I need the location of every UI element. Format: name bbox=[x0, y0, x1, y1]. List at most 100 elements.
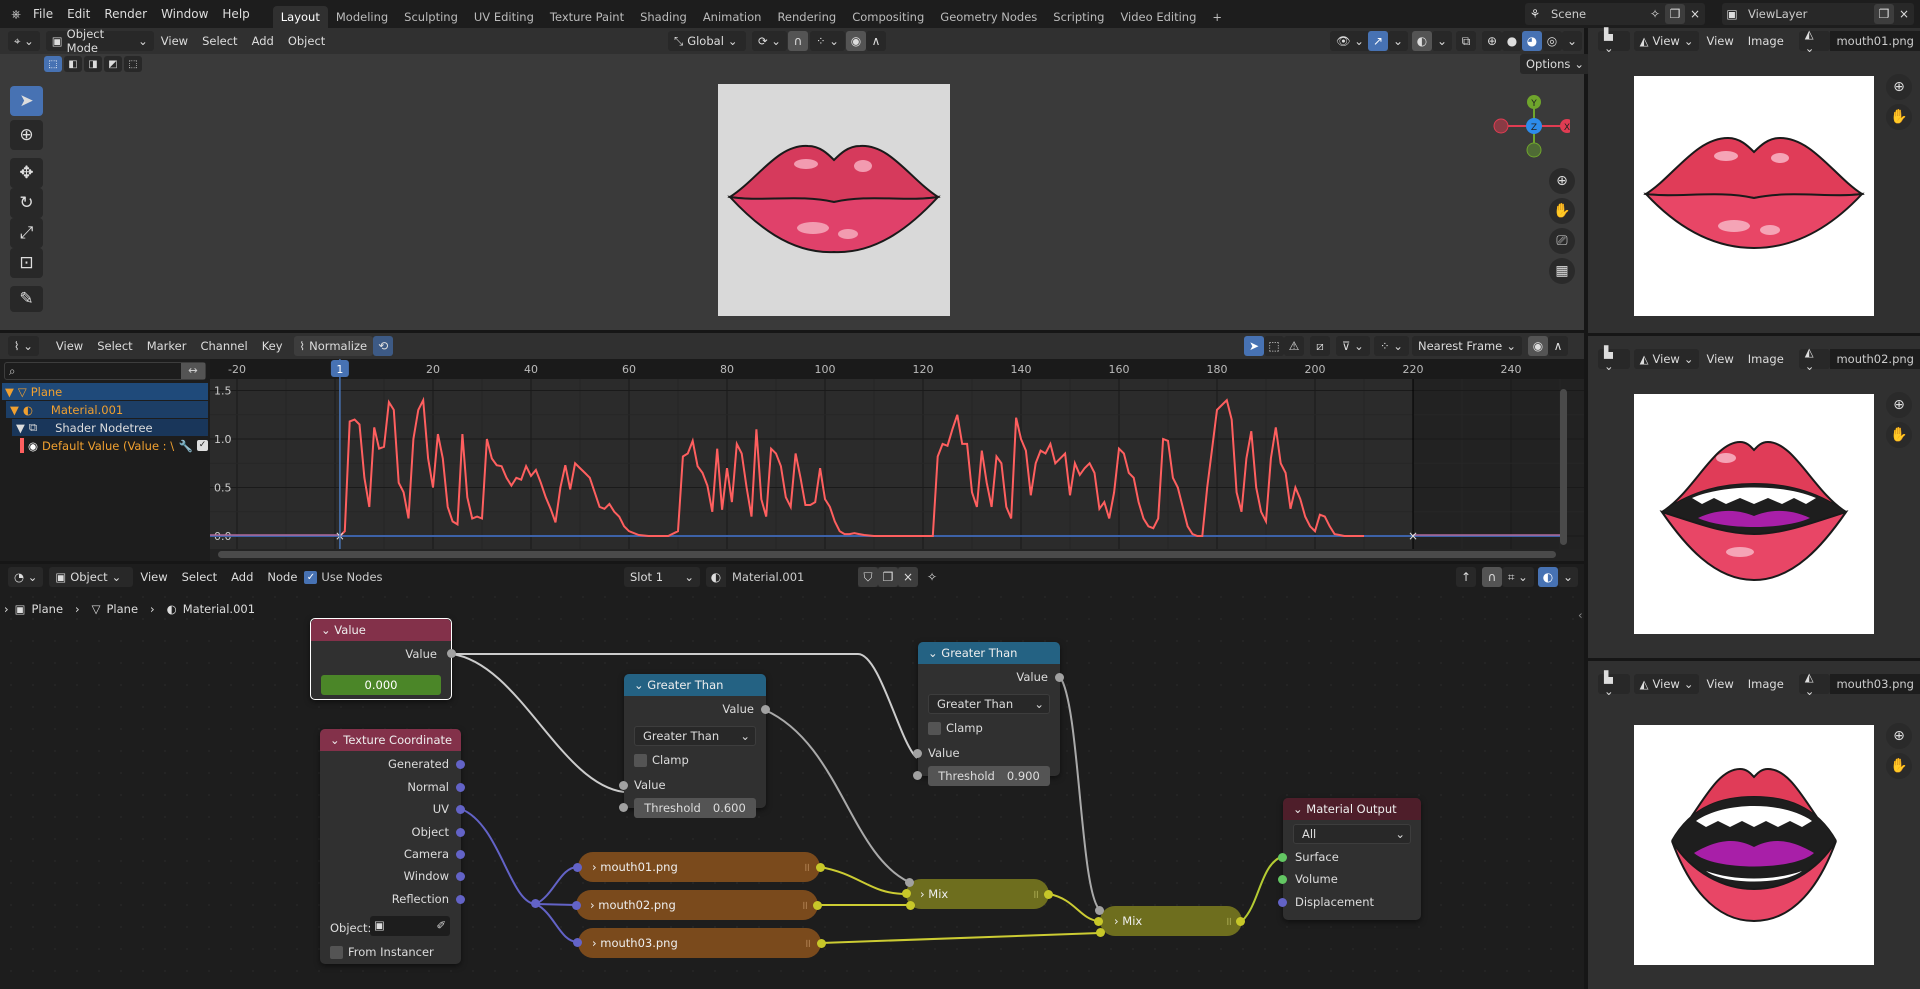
channel-plane[interactable]: ▼ ▽ Plane bbox=[2, 383, 208, 400]
options-dropdown[interactable]: Options ⌄ bbox=[1520, 54, 1591, 74]
sidebar-toggle-icon[interactable]: ‹ bbox=[1578, 608, 1583, 622]
falloff-icon[interactable]: ∧ bbox=[1548, 336, 1568, 356]
tab-compositing[interactable]: Compositing bbox=[844, 6, 932, 28]
transform-tool-icon[interactable]: ⊡ bbox=[10, 248, 43, 278]
rendered-shading-icon[interactable]: ◎ bbox=[1542, 31, 1562, 51]
channel-material[interactable]: ▼ ◐ Material.001 bbox=[6, 401, 208, 418]
disclosure-triangle-icon[interactable]: ▼ bbox=[16, 421, 25, 435]
image-view-mode-dropdown[interactable]: ◭ View ⌄ bbox=[1633, 674, 1700, 694]
gt2-node-header[interactable]: ⌄ Greater Than bbox=[918, 642, 1060, 664]
graph-menu-select[interactable]: Select bbox=[90, 339, 139, 353]
image-view-mode-dropdown[interactable]: ◭ View ⌄ bbox=[1633, 31, 1700, 51]
img2-color-output-socket[interactable] bbox=[813, 901, 822, 910]
uv-output-socket[interactable] bbox=[456, 805, 465, 814]
select-intersect-icon[interactable]: ⬚ bbox=[124, 56, 142, 72]
gizmo-neg-x-axis[interactable] bbox=[1493, 118, 1509, 134]
texture-coordinate-node[interactable]: ⌄ Texture Coordinate Generated Normal UV… bbox=[320, 729, 465, 964]
mix2-factor-input-socket[interactable] bbox=[1095, 906, 1104, 915]
greater-than-node-2[interactable]: ⌄ Greater Than Value Greater Than ⌄ Clamp… bbox=[913, 642, 1064, 786]
collapse-icon[interactable]: ⌄ bbox=[321, 623, 331, 637]
only-selected-icon[interactable]: ➤ bbox=[1244, 336, 1264, 356]
zoom-icon[interactable]: ⊕ bbox=[1886, 74, 1912, 100]
shader-node-editor[interactable]: ◔ ⌄ ▣ Object ⌄ View Select Add Node ✓ Use … bbox=[0, 564, 1584, 989]
keyframe-marker[interactable]: × bbox=[1408, 529, 1418, 543]
gt2-operation-dropdown[interactable]: Greater Than ⌄ bbox=[928, 694, 1050, 714]
gizmo-neg-y-axis[interactable] bbox=[1526, 142, 1542, 158]
pin-icon[interactable]: ✧ bbox=[1645, 4, 1665, 24]
normal-output-socket[interactable] bbox=[456, 783, 465, 792]
expand-icon[interactable]: › bbox=[920, 887, 925, 901]
image-editor-2[interactable]: ▙ ⌄ ◭ View ⌄ View Image ◭ ⌄ mouth02.png ⊕… bbox=[1588, 336, 1920, 658]
select-subtract-icon[interactable]: ◨ bbox=[84, 56, 102, 72]
expand-icon[interactable]: › bbox=[1114, 914, 1119, 928]
menu-render[interactable]: Render bbox=[97, 7, 154, 21]
vertical-scrollbar[interactable] bbox=[1560, 389, 1567, 545]
3d-viewport[interactable]: ⌖ ⌄ ▣ Object Mode ⌄ View Select Add Objec… bbox=[0, 27, 1591, 330]
tab-uv-editing[interactable]: UV Editing bbox=[466, 6, 542, 28]
image-menu-image[interactable]: Image bbox=[1741, 34, 1791, 48]
generated-output-socket[interactable] bbox=[456, 760, 465, 769]
mix2-b-input-socket[interactable] bbox=[1096, 928, 1105, 937]
mix-node-1[interactable]: › Mix ॥ bbox=[906, 879, 1049, 909]
menu-window[interactable]: Window bbox=[154, 7, 215, 21]
collapse-icon[interactable]: ⌄ bbox=[330, 733, 340, 747]
wireframe-shading-icon[interactable]: ⊕ bbox=[1482, 31, 1502, 51]
new-scene-icon[interactable]: ❐ bbox=[1665, 4, 1685, 24]
close-icon[interactable]: × bbox=[1894, 4, 1914, 24]
from-instancer-checkbox[interactable]: From Instancer bbox=[330, 943, 434, 961]
image-canvas[interactable] bbox=[1634, 725, 1874, 965]
navigation-gizmo[interactable]: Y X Z bbox=[1490, 86, 1570, 166]
image-texture-node-mouth03[interactable]: › mouth03.png ॥ bbox=[578, 928, 821, 958]
image-name-field[interactable]: mouth01.png bbox=[1830, 31, 1920, 51]
img1-vector-input-socket[interactable] bbox=[573, 863, 582, 872]
gt2-clamp-checkbox[interactable]: Clamp bbox=[928, 719, 983, 737]
graph-menu-view[interactable]: View bbox=[49, 339, 90, 353]
viewport-menu-view[interactable]: View bbox=[154, 34, 195, 48]
tab-modeling[interactable]: Modeling bbox=[328, 6, 396, 28]
camera-icon[interactable]: ⎚ bbox=[1549, 228, 1575, 254]
orientation-dropdown[interactable]: ⤡ Global ⌄ bbox=[668, 31, 746, 51]
material-preview-shading-icon[interactable]: ◕ bbox=[1522, 31, 1542, 51]
show-hidden-icon[interactable]: ⬚ bbox=[1264, 336, 1284, 356]
tab-layout[interactable]: Layout bbox=[272, 6, 328, 28]
add-workspace-button[interactable]: + bbox=[1204, 6, 1230, 28]
channel-search-input[interactable]: ⌕ ↔ bbox=[4, 362, 206, 380]
image-texture-node-mouth01[interactable]: › mouth01.png ॥ bbox=[578, 852, 820, 882]
image-menu-view[interactable]: View bbox=[1699, 677, 1740, 691]
swap-icon[interactable]: ↔ bbox=[181, 363, 205, 379]
zoom-icon[interactable]: ⊕ bbox=[1549, 168, 1575, 194]
mix1-factor-input-socket[interactable] bbox=[905, 878, 914, 887]
material-output-node[interactable]: ⌄ Material Output All ⌄ Surface Volume Di… bbox=[1278, 798, 1421, 920]
scene-name[interactable]: Scene bbox=[1551, 7, 1645, 21]
mix2-result-output-socket[interactable] bbox=[1236, 917, 1245, 926]
reflection-output-socket[interactable] bbox=[456, 895, 465, 904]
tab-sculpting[interactable]: Sculpting bbox=[396, 6, 466, 28]
overlay-dropdown[interactable]: ⌄ bbox=[1432, 31, 1452, 51]
normalize-toggle[interactable]: ⌇ Normalize bbox=[293, 336, 374, 356]
tab-shading[interactable]: Shading bbox=[632, 6, 695, 28]
gt2-threshold-input-socket[interactable] bbox=[913, 771, 922, 780]
tab-animation[interactable]: Animation bbox=[695, 6, 770, 28]
output-target-dropdown[interactable]: All ⌄ bbox=[1293, 824, 1411, 844]
select-invert-icon[interactable]: ◩ bbox=[104, 56, 122, 72]
tab-video-editing[interactable]: Video Editing bbox=[1112, 6, 1204, 28]
material-output-header[interactable]: ⌄ Material Output bbox=[1283, 798, 1421, 820]
zoom-icon[interactable]: ⊕ bbox=[1886, 392, 1912, 418]
gt2-value-input-socket[interactable] bbox=[913, 749, 922, 758]
overlay-toggle-icon[interactable]: ◐ bbox=[1412, 31, 1432, 51]
image-name-field[interactable]: mouth02.png bbox=[1830, 349, 1920, 369]
pan-hand-icon[interactable]: ✋ bbox=[1886, 104, 1912, 130]
gizmo-dropdown[interactable]: ⌄ bbox=[1388, 31, 1408, 51]
gizmo-toggle-icon[interactable]: ↗ bbox=[1368, 31, 1388, 51]
img3-color-output-socket[interactable] bbox=[817, 939, 826, 948]
greater-than-node-1[interactable]: ⌄ Greater Than Value Greater Than ⌄ Clamp… bbox=[619, 674, 770, 818]
modifier-wrench-icon[interactable]: 🔧 bbox=[179, 439, 193, 453]
tab-texture-paint[interactable]: Texture Paint bbox=[542, 6, 632, 28]
snap-mode-dropdown[interactable]: Nearest Frame ⌄ bbox=[1412, 336, 1522, 356]
new-view-layer-icon[interactable]: ❐ bbox=[1874, 4, 1894, 24]
rotate-tool-icon[interactable]: ↻ bbox=[10, 188, 43, 218]
image-browse-button[interactable]: ◭ ⌄ bbox=[1798, 27, 1831, 55]
falloff-icon[interactable]: ∧ bbox=[866, 31, 886, 51]
xray-toggle-icon[interactable]: ⧉ bbox=[1456, 31, 1476, 51]
auto-normalize-icon[interactable]: ⟲ bbox=[373, 336, 394, 356]
